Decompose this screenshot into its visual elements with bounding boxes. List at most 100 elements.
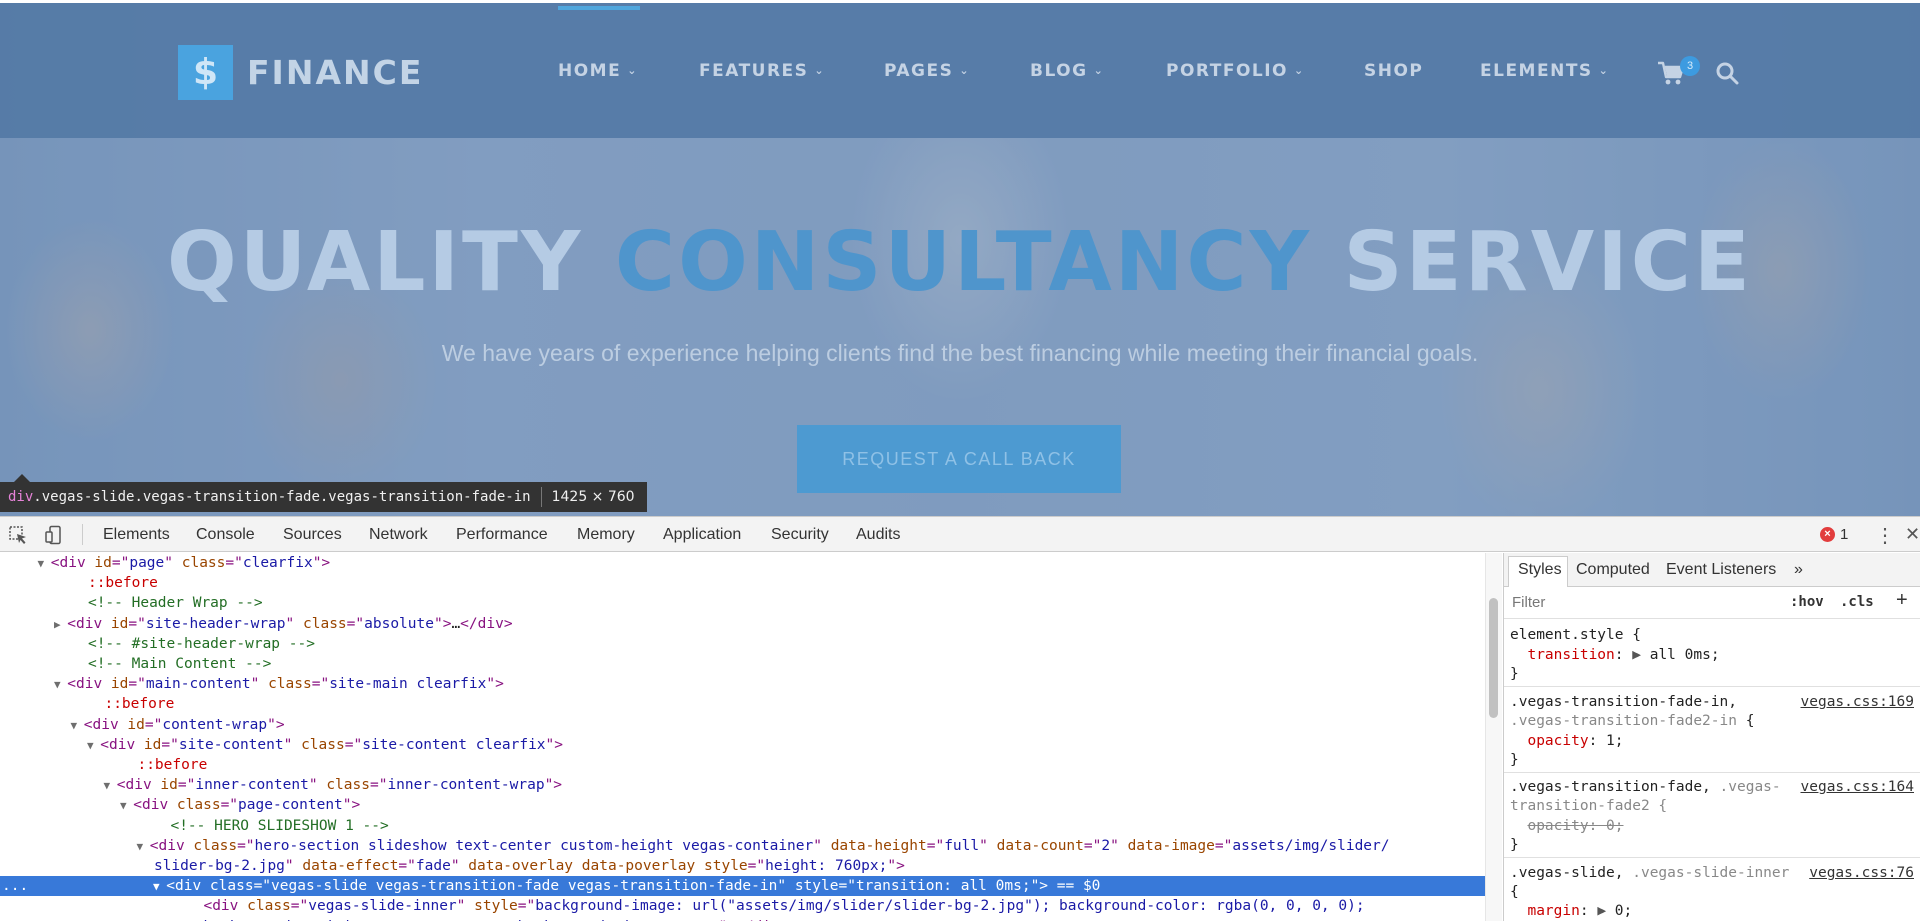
nav-label: FEATURES bbox=[699, 61, 809, 81]
rule-divider bbox=[1504, 772, 1920, 773]
nav-item-pages[interactable]: PAGES ⌄ bbox=[884, 61, 970, 81]
nav-active-indicator bbox=[558, 6, 640, 10]
tab-computed[interactable]: Computed bbox=[1576, 561, 1650, 579]
tooltip-divider bbox=[540, 487, 542, 507]
tab-sources[interactable]: Sources bbox=[283, 526, 342, 544]
css-selector: element.style { bbox=[1510, 627, 1641, 643]
tab-network[interactable]: Network bbox=[369, 526, 428, 544]
devtools-panel: Elements Console Sources Network Perform… bbox=[0, 516, 1920, 921]
css-selector: .vegas-transition-fade, .vegas- bbox=[1510, 779, 1781, 795]
dom-node[interactable]: slider-bg-2.jpg" data-effect="fade" data… bbox=[0, 856, 1485, 876]
styles-filter-input[interactable]: Filter bbox=[1512, 594, 1545, 611]
logo-text: FINANCE bbox=[247, 53, 424, 92]
css-declaration-overridden[interactable]: opacity: 0; bbox=[1510, 818, 1623, 834]
css-declaration[interactable]: margin: ▶ 0; bbox=[1510, 903, 1632, 919]
search-icon[interactable] bbox=[1715, 61, 1739, 85]
tab-security[interactable]: Security bbox=[771, 526, 829, 544]
dom-node[interactable]: ::before bbox=[0, 694, 1485, 714]
hero-subtitle: We have years of experience helping clie… bbox=[441, 340, 1479, 366]
css-selector: .vegas-transition-fade2-in { bbox=[1510, 713, 1755, 729]
dom-node[interactable]: ::before bbox=[0, 573, 1485, 593]
nav-item-home[interactable]: HOME ⌄ bbox=[558, 61, 638, 81]
tab-performance[interactable]: Performance bbox=[456, 526, 548, 544]
dom-node[interactable]: ::before bbox=[0, 755, 1485, 775]
rule-divider bbox=[1504, 857, 1920, 858]
dom-node[interactable]: ▶ <div id="site-header-wrap" class="abso… bbox=[0, 614, 1485, 634]
tab-audits[interactable]: Audits bbox=[856, 526, 900, 544]
error-count: 1 bbox=[1840, 526, 1849, 543]
logo[interactable]: $ FINANCE bbox=[178, 45, 423, 100]
more-options-icon[interactable]: ⋮ bbox=[1875, 523, 1895, 548]
tab-elements[interactable]: Elements bbox=[103, 526, 170, 544]
toolbar-divider bbox=[82, 524, 83, 545]
dom-node[interactable]: ▼ <div class="page-content"> bbox=[0, 795, 1485, 815]
nav-label: BLOG bbox=[1030, 61, 1088, 81]
tab-memory[interactable]: Memory bbox=[577, 526, 635, 544]
nav-item-shop[interactable]: SHOP bbox=[1364, 61, 1423, 81]
css-declaration[interactable]: opacity: 1; bbox=[1510, 733, 1623, 749]
chevron-down-icon: ⌄ bbox=[1598, 64, 1610, 77]
expand-triangle-icon[interactable]: ▼ bbox=[104, 779, 117, 792]
dom-node[interactable]: <!-- HERO SLIDESHOW 1 --> bbox=[0, 816, 1485, 836]
request-call-back-button[interactable]: REQUEST A CALL BACK bbox=[797, 425, 1121, 493]
dom-node[interactable]: <!-- Header Wrap --> bbox=[0, 593, 1485, 613]
css-source-link[interactable]: vegas.css:76 bbox=[1809, 865, 1914, 881]
website-viewport: $ FINANCE HOME ⌄ FEATURES ⌄ PAGES ⌄ BLOG ⌄ P… bbox=[0, 0, 1920, 516]
expand-triangle-icon[interactable]: ▼ bbox=[71, 719, 84, 732]
dom-node[interactable]: ▼ <div id="main-content" class="site-mai… bbox=[0, 674, 1485, 694]
styles-filter-bar: Filter :hov .cls + bbox=[1504, 587, 1920, 619]
expand-triangle-icon[interactable]: ▼ bbox=[54, 678, 67, 691]
more-tabs-icon[interactable]: » bbox=[1794, 561, 1803, 579]
rule-divider bbox=[1504, 686, 1920, 687]
nav-item-elements[interactable]: ELEMENTS ⌄ bbox=[1480, 61, 1609, 81]
expand-triangle-icon[interactable]: ▼ bbox=[38, 557, 51, 570]
chevron-down-icon: ⌄ bbox=[1093, 64, 1105, 77]
dom-node[interactable]: ▼ <div id="inner-content" class="inner-c… bbox=[0, 775, 1485, 795]
tab-application[interactable]: Application bbox=[663, 526, 741, 544]
tooltip-class-list: .vegas-slide.vegas-transition-fade.vegas… bbox=[33, 489, 531, 505]
tab-console[interactable]: Console bbox=[196, 526, 255, 544]
nav-label: HOME bbox=[558, 61, 622, 81]
dom-node[interactable]: background-position: center center; back… bbox=[0, 917, 1485, 921]
nav-label: ELEMENTS bbox=[1480, 61, 1593, 81]
expand-triangle-icon[interactable]: ▼ bbox=[120, 799, 133, 812]
dom-node[interactable]: <!-- #site-header-wrap --> bbox=[0, 634, 1485, 654]
dom-node[interactable]: ▼ <div id="page" class="clearfix"> bbox=[0, 553, 1485, 573]
device-toolbar-icon[interactable] bbox=[44, 525, 64, 545]
devtools-toolbar: Elements Console Sources Network Perform… bbox=[0, 517, 1920, 552]
collapse-triangle-icon[interactable]: ▶ bbox=[54, 618, 67, 631]
dom-node[interactable]: <!-- Main Content --> bbox=[0, 654, 1485, 674]
close-icon[interactable]: ✕ bbox=[1905, 524, 1920, 545]
error-counter[interactable]: × 1 bbox=[1820, 526, 1848, 543]
css-selector: { bbox=[1510, 884, 1519, 900]
tab-event-listeners[interactable]: Event Listeners bbox=[1666, 561, 1776, 579]
css-source-link[interactable]: vegas.css:169 bbox=[1801, 694, 1915, 710]
new-rule-button[interactable]: + bbox=[1896, 589, 1908, 612]
tab-styles[interactable]: Styles bbox=[1518, 561, 1562, 579]
error-icon: × bbox=[1820, 527, 1835, 542]
dom-node[interactable]: ▼ <div id="content-wrap"> bbox=[0, 715, 1485, 735]
nav-item-blog[interactable]: BLOG ⌄ bbox=[1030, 61, 1104, 81]
class-toggle[interactable]: .cls bbox=[1840, 594, 1874, 610]
dom-node[interactable]: ▼ <div class="hero-section slideshow tex… bbox=[0, 836, 1485, 856]
hover-state-toggle[interactable]: :hov bbox=[1790, 594, 1824, 610]
inspect-element-tooltip: div .vegas-slide.vegas-transition-fade.v… bbox=[0, 474, 647, 512]
css-source-link[interactable]: vegas.css:164 bbox=[1801, 779, 1915, 795]
expand-triangle-icon[interactable]: ▼ bbox=[87, 739, 100, 752]
dom-node-selected[interactable]: ... ▼ <div class="vegas-slide vegas-trans… bbox=[0, 876, 1485, 897]
css-selector: .vegas-slide, .vegas-slide-inner bbox=[1510, 865, 1790, 881]
dom-node[interactable]: <div class="vegas-slide-inner" style="ba… bbox=[0, 896, 1485, 916]
dom-scrollbar-thumb[interactable] bbox=[1489, 598, 1498, 718]
chevron-down-icon: ⌄ bbox=[627, 64, 638, 77]
dom-node[interactable]: ▼ <div id="site-content" class="site-con… bbox=[0, 735, 1485, 755]
expand-triangle-icon[interactable]: ▼ bbox=[137, 840, 150, 853]
nav-item-portfolio[interactable]: PORTFOLIO ⌄ bbox=[1166, 61, 1305, 81]
styles-tab-bar: Styles Computed Event Listeners » bbox=[1504, 553, 1920, 587]
hero-title-part: QUALITY bbox=[167, 215, 584, 310]
expand-triangle-icon[interactable]: ▼ bbox=[153, 880, 166, 893]
css-selector: transition-fade2 { bbox=[1510, 798, 1668, 814]
hero-title-part: SERVICE bbox=[1343, 215, 1753, 310]
nav-item-features[interactable]: FEATURES ⌄ bbox=[699, 61, 825, 81]
inspect-element-icon[interactable] bbox=[8, 525, 28, 545]
css-declaration[interactable]: transition: ▶ all 0ms; bbox=[1510, 647, 1719, 663]
